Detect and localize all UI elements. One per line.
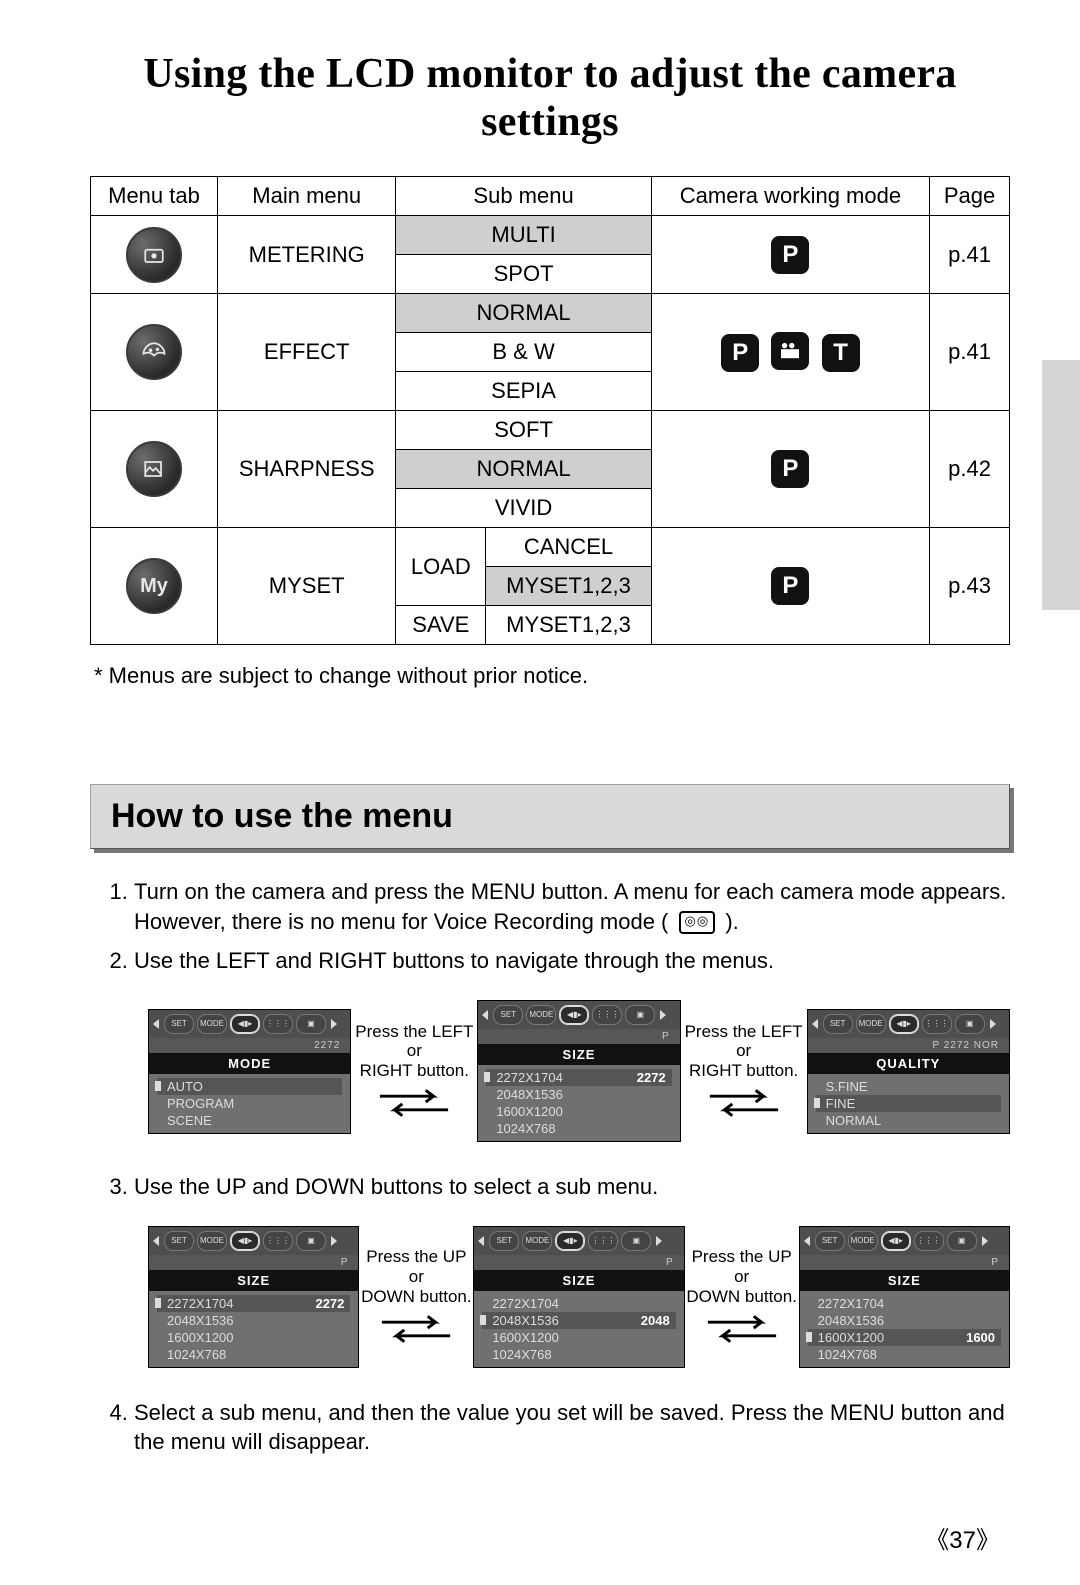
side-thumb-tab bbox=[1042, 360, 1080, 610]
p-badge: P bbox=[721, 334, 759, 372]
th-main-menu: Main menu bbox=[218, 177, 396, 216]
sub-cancel: CANCEL bbox=[486, 528, 652, 567]
sub-load-myset: MYSET1,2,3 bbox=[486, 567, 652, 606]
lcd-screen: SETMODE◀▮▸⋮⋮⋮▣ P SIZE 2272X17042048X1536… bbox=[473, 1226, 684, 1368]
nav-arrows: Press the LEFT orRIGHT button. bbox=[681, 1022, 807, 1121]
sub-normal2: NORMAL bbox=[396, 450, 651, 489]
voice-recording-icon: ◎◎ bbox=[679, 911, 716, 934]
page-myset: p.43 bbox=[930, 528, 1010, 645]
steps-list-4: Select a sub menu, and then the value yo… bbox=[90, 1398, 1010, 1457]
t-badge: T bbox=[822, 334, 860, 372]
lcd-screen: SETMODE◀▮▸⋮⋮⋮▣ P SIZE 2272X170422722048X… bbox=[477, 1000, 680, 1142]
nav-arrows: Press the LEFT orRIGHT button. bbox=[351, 1022, 477, 1121]
sub-normal1: NORMAL bbox=[396, 294, 651, 333]
lcd-tabstrip: SETMODE◀▮▸⋮⋮⋮▣ bbox=[800, 1227, 1009, 1255]
sub-spot: SPOT bbox=[396, 255, 651, 294]
step-1: Turn on the camera and press the MENU bu… bbox=[134, 877, 1010, 936]
main-metering: METERING bbox=[218, 216, 396, 294]
lcd-screen: SETMODE◀▮▸⋮⋮⋮▣ P SIZE 2272X17042048X1536… bbox=[799, 1226, 1010, 1368]
lcd-row-1: SETMODE◀▮▸⋮⋮⋮▣ 2272 MODE AUTOPROGRAMSCEN… bbox=[90, 1000, 1010, 1142]
th-menu-tab: Menu tab bbox=[91, 177, 218, 216]
page-title: Using the LCD monitor to adjust the came… bbox=[90, 50, 1010, 146]
section-heading: How to use the menu bbox=[90, 784, 1010, 849]
nav-arrows: Press the UP orDOWN button. bbox=[685, 1247, 799, 1346]
lcd-tabstrip: SETMODE◀▮▸⋮⋮⋮▣ bbox=[149, 1227, 358, 1255]
footnote: * Menus are subject to change without pr… bbox=[94, 663, 1010, 689]
main-effect: EFFECT bbox=[218, 294, 396, 411]
icon-sharpness bbox=[91, 411, 218, 528]
page-metering: p.41 bbox=[930, 216, 1010, 294]
sub-soft: SOFT bbox=[396, 411, 651, 450]
lcd-screen: SETMODE◀▮▸⋮⋮⋮▣ P SIZE 2272X170422722048X… bbox=[148, 1226, 359, 1368]
sub-save-myset: MYSET1,2,3 bbox=[486, 606, 652, 645]
page-number: 37 bbox=[925, 1520, 1000, 1555]
steps-list: Turn on the camera and press the MENU bu… bbox=[90, 877, 1010, 976]
settings-table: Menu tab Main menu Sub menu Camera worki… bbox=[90, 176, 1010, 645]
icon-metering bbox=[91, 216, 218, 294]
sub-multi: MULTI bbox=[396, 216, 651, 255]
lcd-tabstrip: SETMODE◀▮▸⋮⋮⋮▣ bbox=[478, 1001, 679, 1029]
step-2: Use the LEFT and RIGHT buttons to naviga… bbox=[134, 946, 1010, 976]
icon-myset: My bbox=[91, 528, 218, 645]
step-4: Select a sub menu, and then the value yo… bbox=[134, 1398, 1010, 1457]
steps-list-3: Use the UP and DOWN buttons to select a … bbox=[90, 1172, 1010, 1202]
movie-badge bbox=[771, 332, 809, 370]
icon-effect bbox=[91, 294, 218, 411]
sub-vivid: VIVID bbox=[396, 489, 651, 528]
mode-metering: P bbox=[651, 216, 929, 294]
lcd-tabstrip: SETMODE◀▮▸⋮⋮⋮▣ bbox=[808, 1010, 1009, 1038]
main-myset: MYSET bbox=[218, 528, 396, 645]
th-sub-menu: Sub menu bbox=[396, 177, 651, 216]
sub-sepia: SEPIA bbox=[396, 372, 651, 411]
p-badge: P bbox=[771, 236, 809, 274]
p-badge: P bbox=[771, 567, 809, 605]
mode-sharp: P bbox=[651, 411, 929, 528]
sub-load: LOAD bbox=[396, 528, 486, 606]
mode-effect: P T bbox=[651, 294, 929, 411]
sub-save: SAVE bbox=[396, 606, 486, 645]
lcd-tabstrip: SETMODE◀▮▸⋮⋮⋮▣ bbox=[474, 1227, 683, 1255]
page-sharp: p.42 bbox=[930, 411, 1010, 528]
mode-myset: P bbox=[651, 528, 929, 645]
step-3: Use the UP and DOWN buttons to select a … bbox=[134, 1172, 1010, 1202]
sub-bw: B & W bbox=[396, 333, 651, 372]
th-mode: Camera working mode bbox=[651, 177, 929, 216]
lcd-tabstrip: SETMODE◀▮▸⋮⋮⋮▣ bbox=[149, 1010, 350, 1038]
page-effect: p.41 bbox=[930, 294, 1010, 411]
lcd-row-2: SETMODE◀▮▸⋮⋮⋮▣ P SIZE 2272X170422722048X… bbox=[90, 1226, 1010, 1368]
lcd-screen: SETMODE◀▮▸⋮⋮⋮▣ P 2272 NOR QUALITY S.FINE… bbox=[807, 1009, 1010, 1134]
nav-arrows: Press the UP orDOWN button. bbox=[359, 1247, 473, 1346]
th-page: Page bbox=[930, 177, 1010, 216]
lcd-screen: SETMODE◀▮▸⋮⋮⋮▣ 2272 MODE AUTOPROGRAMSCEN… bbox=[148, 1009, 351, 1134]
p-badge: P bbox=[771, 450, 809, 488]
main-sharp: SHARPNESS bbox=[218, 411, 396, 528]
